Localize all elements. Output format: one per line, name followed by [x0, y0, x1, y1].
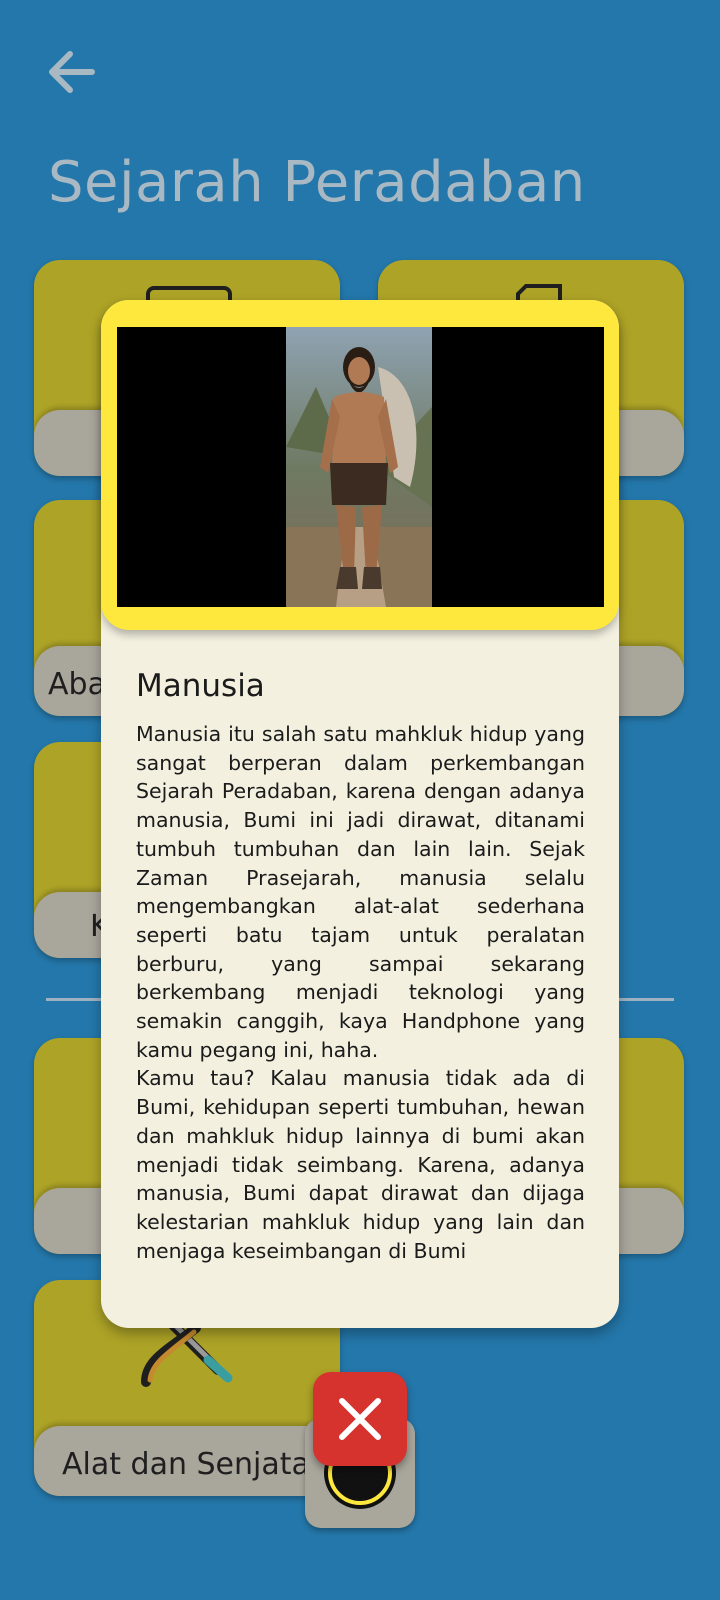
modal-description: Manusia itu salah satu mahkluk hidup yan… [136, 720, 585, 1265]
card-label-band: Alat dan Senjata [34, 1426, 340, 1496]
media-viewer [117, 327, 604, 607]
close-icon [339, 1398, 381, 1440]
back-button[interactable] [44, 44, 104, 100]
caveman-portrait [286, 327, 432, 607]
modal-title: Manusia [136, 668, 265, 704]
description-paragraph: Kamu tau? Kalau manusia tidak ada di Bum… [136, 1066, 585, 1263]
close-button[interactable] [313, 1372, 407, 1466]
description-paragraph: Manusia itu salah satu mahkluk hidup yan… [136, 722, 585, 1062]
page-title: Sejarah Peradaban [48, 150, 586, 215]
arrow-left-icon [49, 51, 95, 93]
